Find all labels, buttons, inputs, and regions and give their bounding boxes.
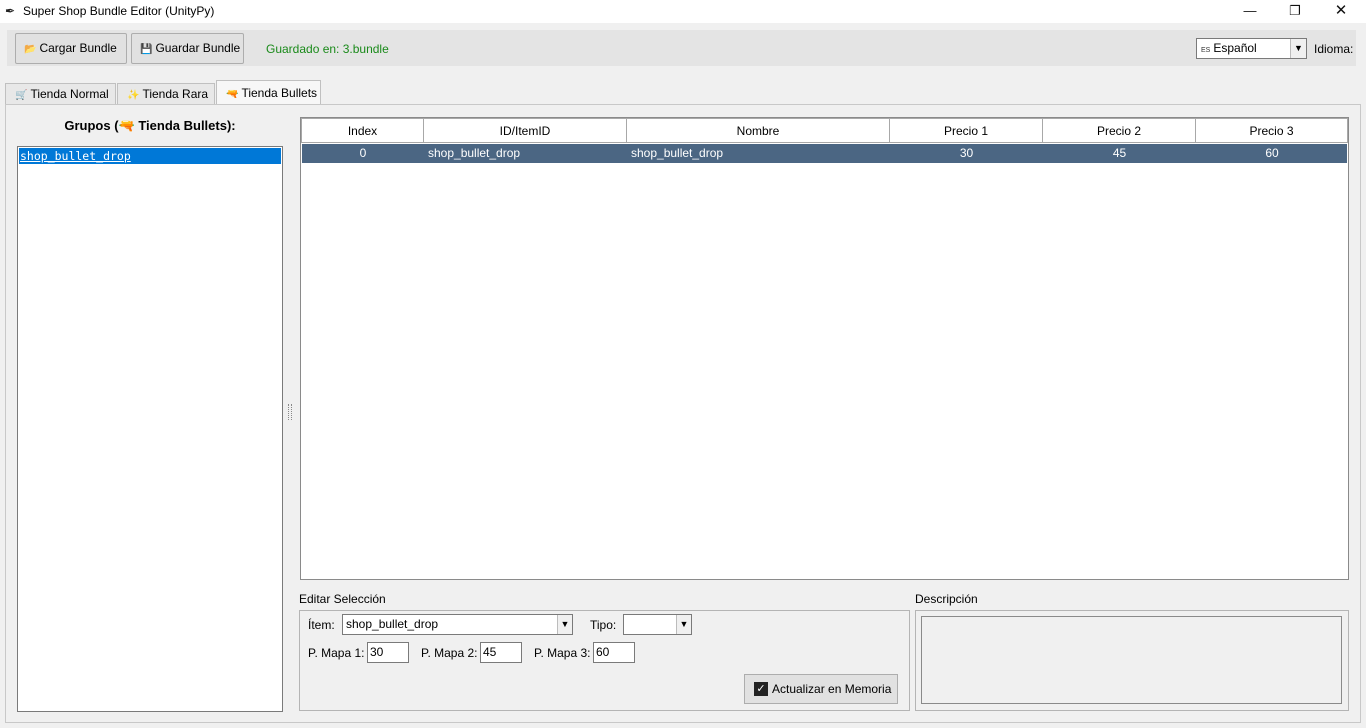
chevron-down-icon[interactable]: ▼ [676, 615, 691, 634]
tab-tienda-bullets[interactable]: 🔫 Tienda Bullets [216, 80, 321, 105]
sparkle-icon: ✨ [127, 90, 140, 101]
cell-name: shop_bullet_drop [631, 146, 724, 160]
edit-section-label: Editar Selección [299, 592, 386, 606]
cell-index: 0 [359, 146, 367, 160]
price3-input[interactable]: 60 [593, 642, 635, 663]
cell-id: shop_bullet_drop [428, 146, 521, 160]
item-label: Ítem: [308, 618, 335, 632]
toolbar: 📂 Cargar Bundle 💾 Guardar Bundle Guardado … [7, 30, 1356, 66]
price1-input[interactable]: 30 [367, 642, 409, 663]
tab-tienda-rara[interactable]: ✨ Tienda Rara [117, 83, 215, 105]
price1-label: P. Mapa 1: [308, 646, 365, 660]
description-textarea[interactable] [921, 616, 1342, 704]
flag-icon: ES [1201, 47, 1211, 54]
cell-price1: 30 [959, 146, 974, 160]
column-header-index[interactable]: Index [301, 118, 424, 143]
cell-price2: 45 [1112, 146, 1127, 160]
column-header-price2[interactable]: Precio 2 [1043, 118, 1196, 143]
column-header-name[interactable]: Nombre [627, 118, 890, 143]
pane-sash-handle[interactable] [288, 404, 292, 420]
save-bundle-label: Guardar Bundle [155, 41, 241, 55]
chevron-down-icon[interactable]: ▼ [1290, 39, 1306, 58]
price2-label: P. Mapa 2: [421, 646, 478, 660]
type-combobox[interactable]: ▼ [623, 614, 692, 635]
cart-icon: 🛒 [15, 90, 28, 101]
column-header-price1[interactable]: Precio 1 [890, 118, 1043, 143]
load-bundle-label: Cargar Bundle [39, 41, 117, 55]
type-label: Tipo: [590, 618, 617, 632]
price2-input[interactable]: 45 [480, 642, 522, 663]
feather-app-icon: ✒ [5, 4, 16, 18]
item-value: shop_bullet_drop [346, 617, 439, 631]
save-bundle-button[interactable]: 💾 Guardar Bundle [131, 33, 244, 64]
saved-status-text: Guardado en: 3.bundle [266, 42, 389, 56]
list-item[interactable]: shop_bullet_drop [19, 148, 281, 164]
description-section-label: Descripción [915, 592, 978, 606]
title-bar: ✒ Super Shop Bundle Editor (UnityPy) — ❐… [0, 0, 1366, 23]
groups-listbox[interactable]: shop_bullet_drop [17, 146, 283, 712]
tab-label: Tienda Rara [142, 87, 209, 101]
language-select[interactable]: ES Español ▼ [1196, 38, 1307, 59]
chevron-down-icon[interactable]: ▼ [557, 615, 572, 634]
item-combobox[interactable]: shop_bullet_drop ▼ [342, 614, 573, 635]
maximize-button[interactable]: ❐ [1272, 0, 1318, 23]
window-title: Super Shop Bundle Editor (UnityPy) [23, 4, 215, 18]
column-header-price3[interactable]: Precio 3 [1196, 118, 1348, 143]
load-bundle-button[interactable]: 📂 Cargar Bundle [15, 33, 127, 64]
tab-tienda-normal[interactable]: 🛒 Tienda Normal [5, 83, 116, 105]
tab-label: Tienda Bullets [241, 86, 318, 100]
language-label: Idioma: [1314, 42, 1354, 56]
folder-icon: 📂 [24, 44, 37, 55]
groups-title: Grupos (🔫 Tienda Bullets): [64, 118, 236, 133]
gun-icon: 🔫 [226, 89, 239, 100]
table-row[interactable]: 0 shop_bullet_drop shop_bullet_drop 30 4… [302, 144, 1347, 163]
cell-price3: 60 [1265, 146, 1279, 160]
minimize-button[interactable]: — [1227, 0, 1273, 23]
price3-label: P. Mapa 3: [534, 646, 591, 660]
checkbox-checked-icon[interactable]: ✓ [754, 682, 768, 696]
update-memory-label: Actualizar en Memoria [772, 682, 892, 696]
language-value: Español [1213, 41, 1257, 55]
update-memory-button[interactable]: ✓ Actualizar en Memoria [744, 674, 898, 704]
close-button[interactable]: ✕ [1318, 0, 1364, 23]
tab-label: Tienda Normal [30, 87, 109, 101]
items-table[interactable]: Index ID/ItemID Nombre Precio 1 Precio 2… [300, 117, 1349, 580]
table-header: Index ID/ItemID Nombre Precio 1 Precio 2… [301, 118, 1348, 143]
column-header-id[interactable]: ID/ItemID [424, 118, 627, 143]
floppy-icon: 💾 [140, 44, 153, 55]
